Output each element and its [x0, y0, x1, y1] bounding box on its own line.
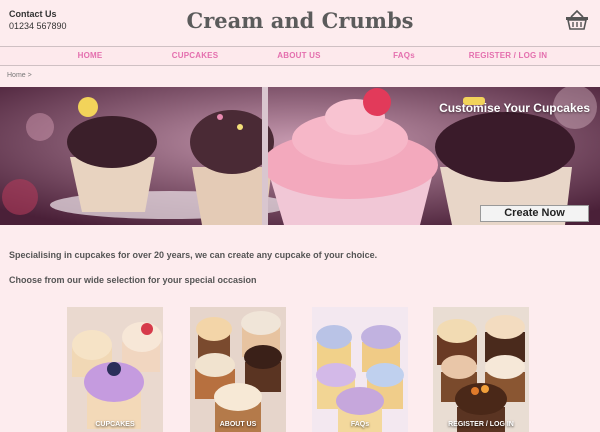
tile-label-about-us[interactable]: ABOUT US — [190, 421, 286, 428]
tile-about-us[interactable]: ABOUT US — [190, 307, 286, 432]
tile-label-faqs[interactable]: FAQs — [312, 421, 408, 428]
tile-cupcakes[interactable]: CUPCAKES — [67, 307, 163, 432]
cupcakes-image — [67, 307, 163, 432]
site-header: Contact Us 01234 567890 Cream and Crumbs — [0, 0, 600, 44]
nav-item-about-us[interactable]: ABOUT US — [277, 51, 320, 60]
main-nav: HOME CUPCAKES ABOUT US FAQs REGISTER / L… — [0, 46, 600, 66]
tile-faqs[interactable]: FAQs — [312, 307, 408, 432]
create-now-button[interactable]: Create Now — [480, 205, 589, 222]
tile-label-cupcakes[interactable]: CUPCAKES — [67, 421, 163, 428]
register-login-image — [433, 307, 529, 432]
nav-item-home[interactable]: HOME — [78, 51, 103, 60]
nav-item-register-login[interactable]: REGISTER / LOG IN — [469, 51, 548, 60]
nav-item-cupcakes[interactable]: CUPCAKES — [172, 51, 219, 60]
basket-icon[interactable] — [565, 9, 589, 31]
breadcrumb[interactable]: Home > — [7, 72, 32, 79]
hero-caption: Customise Your Cupcakes — [439, 101, 590, 115]
intro-subtext: Choose from our wide selection for your … — [9, 275, 257, 285]
tile-register-login[interactable]: REGISTER / LOG IN — [433, 307, 529, 432]
intro-text: Specialising in cupcakes for over 20 yea… — [9, 250, 378, 260]
about-us-image — [190, 307, 286, 432]
tile-label-register-login[interactable]: REGISTER / LOG IN — [433, 421, 529, 428]
faqs-image — [312, 307, 408, 432]
site-title: Cream and Crumbs — [186, 8, 414, 33]
nav-item-faqs[interactable]: FAQs — [393, 51, 415, 60]
